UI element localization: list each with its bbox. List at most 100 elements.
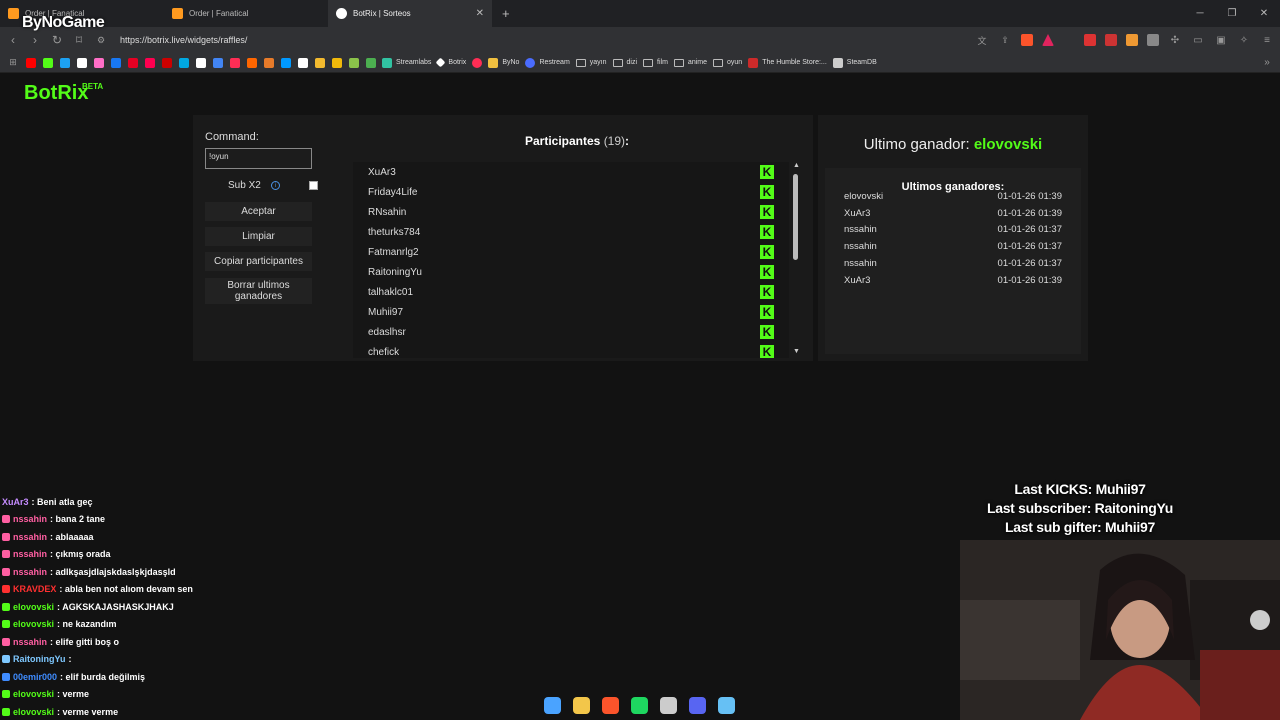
share-icon[interactable]: ⇪ xyxy=(998,35,1012,46)
bookmark-favicon-icon[interactable] xyxy=(298,57,308,68)
bookmark-humble-store[interactable]: The Humble Store:... xyxy=(748,57,827,68)
bookmark-favicon-icon[interactable] xyxy=(349,57,359,68)
kick-icon: K xyxy=(760,205,774,219)
minimize-icon[interactable]: ─ xyxy=(1184,0,1216,27)
bookmark-favicon-icon[interactable] xyxy=(264,57,274,68)
back-icon[interactable]: ‹ xyxy=(6,33,20,47)
bookmark-folder-dizi[interactable]: dizi xyxy=(612,58,637,67)
chat-text: : xyxy=(68,654,72,665)
copy-participants-button[interactable]: Copiar participantes xyxy=(205,252,312,271)
site-settings-icon[interactable]: ⚙ xyxy=(94,35,108,46)
bookmark-favicon-icon[interactable] xyxy=(60,57,70,68)
bookmark-restream[interactable]: Restream xyxy=(525,57,570,68)
bookmark-favicon-icon[interactable] xyxy=(111,57,121,68)
bookmark-favicon-icon[interactable] xyxy=(77,57,87,68)
bookmark-folder-anime[interactable]: anime xyxy=(673,58,707,67)
chat-username: nssahin xyxy=(13,636,48,647)
bookmark-favicon-icon[interactable] xyxy=(145,57,155,68)
bookmark-favicon-icon[interactable] xyxy=(281,57,291,68)
stream-info-overlay: Last KICKS: Muhii97 Last subscriber: Rai… xyxy=(960,480,1200,537)
bookmark-icon[interactable]: ⌑ xyxy=(72,33,86,47)
extension-icon[interactable] xyxy=(1084,34,1096,46)
windows-start-icon[interactable] xyxy=(544,696,561,714)
folder-icon xyxy=(612,58,623,67)
new-tab-button[interactable]: + xyxy=(492,0,520,27)
bookmark-favicon-icon[interactable] xyxy=(213,57,223,68)
window-controls: ─ ❐ ✕ xyxy=(1184,0,1280,27)
bookmark-streamlabs[interactable]: Streamlabs xyxy=(382,57,431,68)
sidebar-icon[interactable]: ▭ xyxy=(1191,35,1205,46)
bookmark-folder-film[interactable]: film xyxy=(643,58,668,67)
bookmark-favicon-icon[interactable] xyxy=(128,57,138,68)
bookmark-favicon-icon[interactable] xyxy=(332,57,342,68)
menu-icon[interactable]: ≡ xyxy=(1260,35,1274,46)
tab-botrix-sorteos[interactable]: BotRix | Sorteos ✕ xyxy=(328,0,492,27)
reload-icon[interactable]: ↻ xyxy=(50,33,64,47)
steam-icon[interactable] xyxy=(718,696,735,714)
delete-winners-button[interactable]: Borrar ultimos ganadores xyxy=(205,278,312,304)
chat-username: elovovski xyxy=(13,619,55,630)
obs-icon[interactable] xyxy=(660,696,677,714)
wallet-icon[interactable]: ▣ xyxy=(1214,35,1228,46)
scroll-thumb[interactable] xyxy=(793,174,798,260)
participant-row: RaitoningYu K xyxy=(353,262,789,282)
close-tab-icon[interactable]: ✕ xyxy=(476,8,484,19)
translate-icon[interactable]: 文 xyxy=(975,34,989,47)
extension-icon[interactable] xyxy=(1105,34,1117,46)
brave-leo-icon[interactable]: ✧ xyxy=(1237,35,1251,46)
bookmark-favicon-icon[interactable] xyxy=(247,57,257,68)
sub-x2-checkbox[interactable] xyxy=(309,181,318,190)
spotify-icon[interactable] xyxy=(631,696,648,714)
stream-chat: XuAr3: Beni atla geç nssahin: bana 2 tane… xyxy=(2,493,332,720)
chat-badge-icon xyxy=(2,550,10,559)
bookmark-favicon-icon[interactable] xyxy=(196,57,206,68)
clear-button[interactable]: Limpiar xyxy=(205,227,312,246)
participants-list[interactable]: XuAr3 K Friday4Life K RNsahin Ktheturks784 K Fa… xyxy=(353,162,789,358)
participants-scrollbar[interactable]: ▲ ▼ xyxy=(791,162,801,358)
close-window-icon[interactable]: ✕ xyxy=(1248,0,1280,27)
bookmark-favicon-icon[interactable] xyxy=(230,57,240,68)
brave-shields-icon[interactable] xyxy=(1021,34,1033,46)
discord-icon[interactable] xyxy=(689,696,706,714)
fanatical-icon xyxy=(8,8,19,19)
scroll-down-icon[interactable]: ▼ xyxy=(793,348,800,355)
bookmark-favicon-icon[interactable] xyxy=(366,57,376,68)
chat-badge-icon xyxy=(2,620,10,629)
url-field[interactable]: https://botrix.live/widgets/raffles/ xyxy=(120,35,247,45)
apps-grid-icon[interactable]: ⊞ xyxy=(6,57,20,68)
bookmark-folder-oyun[interactable]: oyun xyxy=(713,58,742,67)
bookmark-byno[interactable]: ByNo xyxy=(488,57,519,68)
accept-button[interactable]: Aceptar xyxy=(205,202,312,221)
bookmark-favicon-icon[interactable] xyxy=(94,57,104,68)
bookmark-steamdb[interactable]: SteamDB xyxy=(832,57,877,68)
command-input[interactable]: !oyun xyxy=(205,148,312,169)
maximize-icon[interactable]: ❐ xyxy=(1216,0,1248,27)
botrix-logo[interactable]: BotRix BETA xyxy=(24,82,103,105)
file-explorer-icon[interactable] xyxy=(573,696,590,714)
extension-icon[interactable] xyxy=(1147,34,1159,46)
bookmark-favicon-icon[interactable] xyxy=(162,57,172,68)
more-bookmarks-icon[interactable]: » xyxy=(1260,57,1274,68)
winner-row: nssahin 01-01-26 01:37 xyxy=(844,224,1062,235)
bookmark-botrix[interactable]: Botrix xyxy=(435,57,466,68)
tab-order-fanatical-2[interactable]: Order | Fanatical xyxy=(164,0,328,27)
winner-name: nssahin xyxy=(844,224,877,236)
bookmark-favicon-icon[interactable] xyxy=(43,57,53,68)
bookmark-favicon-icon[interactable] xyxy=(315,57,325,68)
brave-rewards-icon[interactable] xyxy=(1042,34,1054,46)
bookmark-favicon-icon[interactable] xyxy=(26,57,36,68)
bookmark-favicon-icon[interactable] xyxy=(179,57,189,68)
bookmark-extra[interactable] xyxy=(472,57,483,68)
chat-message: RaitoningYu: xyxy=(2,651,332,669)
chat-message: nssahin: çıkmış orada xyxy=(2,546,332,564)
extension-icon[interactable] xyxy=(1126,34,1138,46)
forward-icon[interactable]: › xyxy=(28,33,42,47)
scroll-up-icon[interactable]: ▲ xyxy=(793,162,800,169)
participant-name: Friday4Life xyxy=(368,186,418,198)
chat-badge-icon xyxy=(2,672,10,681)
brave-icon[interactable] xyxy=(602,696,619,714)
info-icon[interactable]: i xyxy=(271,181,280,190)
extensions-puzzle-icon[interactable]: ✣ xyxy=(1168,35,1182,46)
participant-name: chefick xyxy=(368,346,400,358)
bookmark-folder-yayin[interactable]: yayın xyxy=(575,58,607,67)
